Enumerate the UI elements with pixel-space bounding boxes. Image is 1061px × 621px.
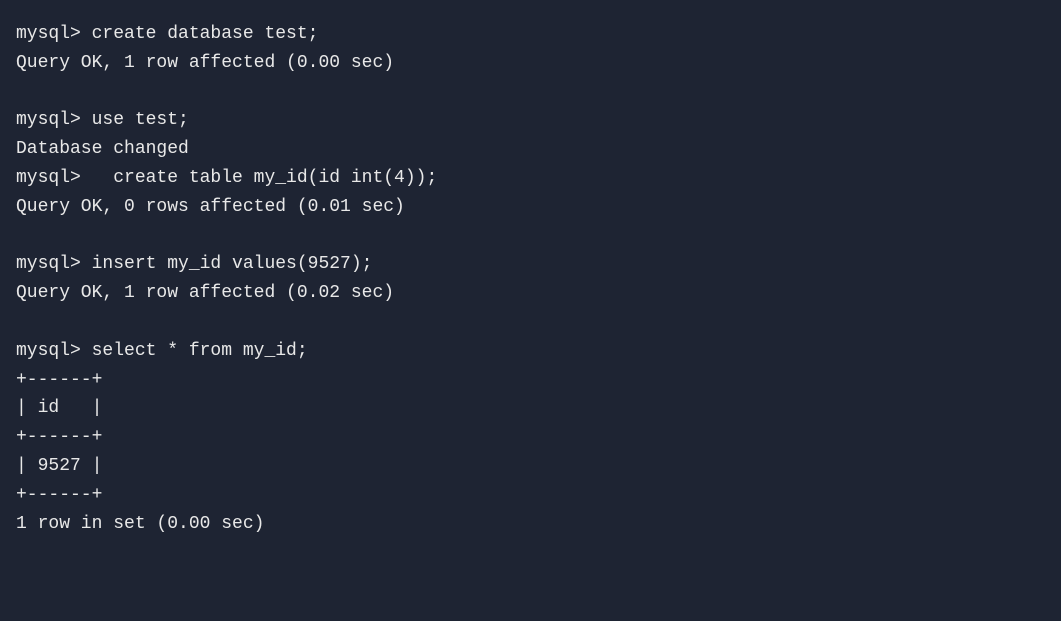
terminal-spacer [16,308,1045,337]
terminal-result-line: +------+ [16,423,1045,452]
terminal-spacer [16,222,1045,251]
terminal-container: mysql> create database test;Query OK, 1 … [16,20,1045,538]
terminal-prompt-line: mysql> use test; [16,106,1045,135]
terminal-result-line: Query OK, 1 row affected (0.00 sec) [16,49,1045,78]
terminal-result-line: +------+ [16,366,1045,395]
terminal-prompt-line: mysql> insert my_id values(9527); [16,250,1045,279]
terminal-result-line: Database changed [16,135,1045,164]
terminal-spacer [16,78,1045,107]
terminal-prompt-line: mysql> create database test; [16,20,1045,49]
terminal-prompt-line: mysql> select * from my_id; [16,337,1045,366]
terminal-prompt-line: mysql> create table my_id(id int(4)); [16,164,1045,193]
terminal-result-line: Query OK, 1 row affected (0.02 sec) [16,279,1045,308]
terminal-result-line: 1 row in set (0.00 sec) [16,510,1045,539]
terminal-result-line: | id | [16,394,1045,423]
terminal-result-line: Query OK, 0 rows affected (0.01 sec) [16,193,1045,222]
terminal-result-line: | 9527 | [16,452,1045,481]
terminal-result-line: +------+ [16,481,1045,510]
